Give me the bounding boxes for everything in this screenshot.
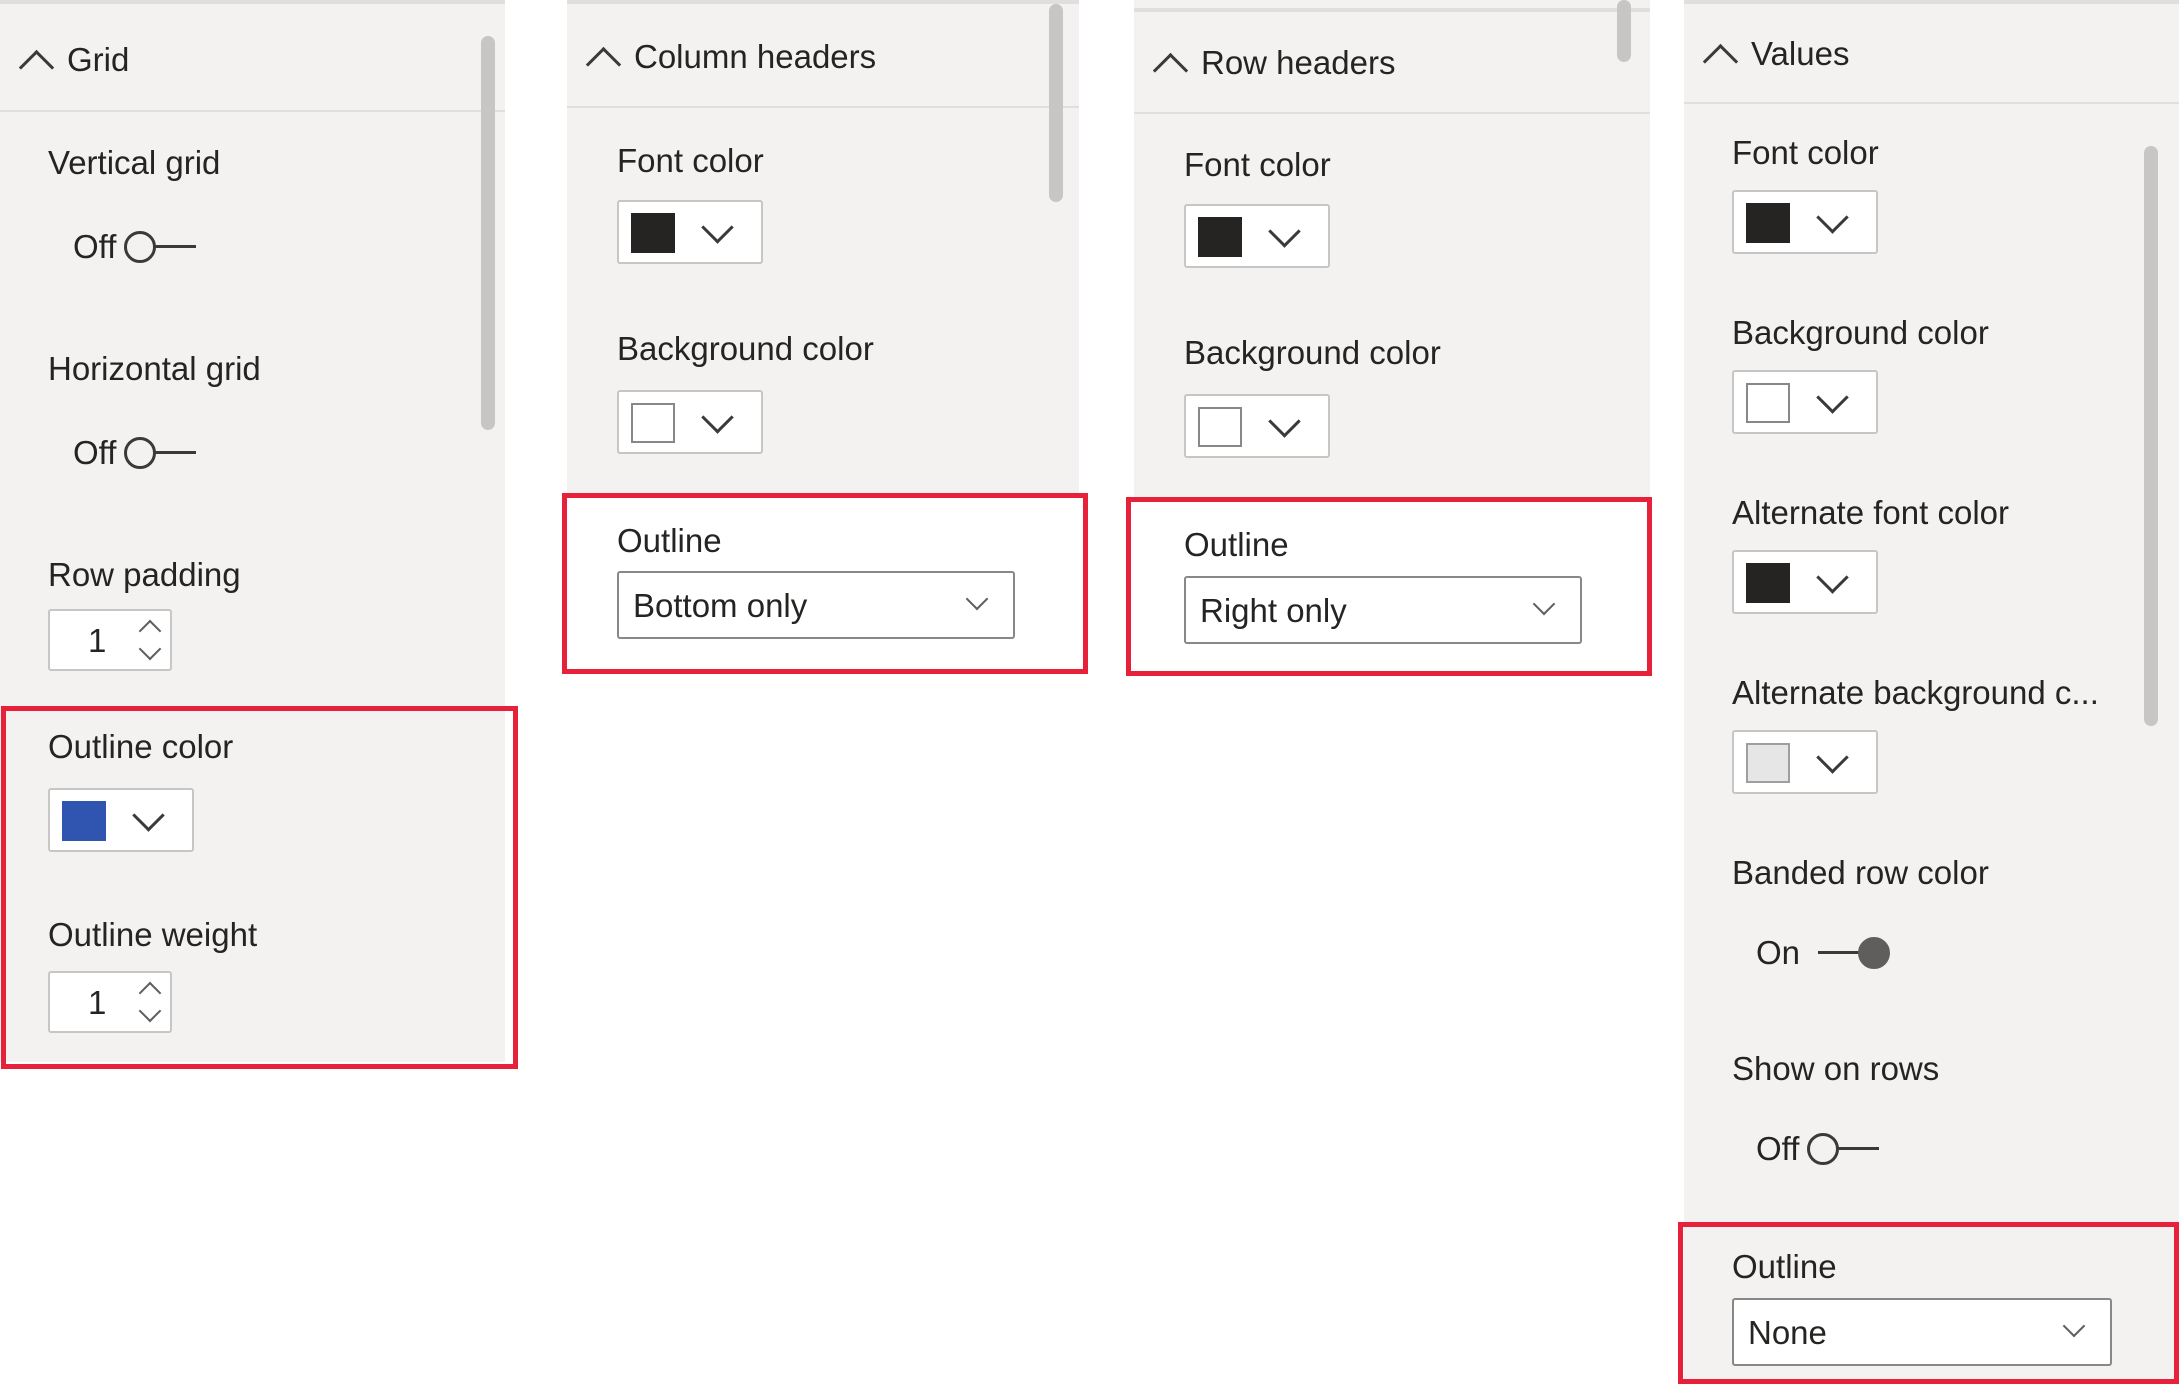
chevron-down-icon [1268, 215, 1301, 248]
scrollbar[interactable] [481, 36, 495, 430]
chevron-up-icon[interactable] [18, 49, 55, 85]
dropdown-value: Bottom only [633, 587, 808, 624]
chevron-up-icon[interactable] [585, 46, 622, 82]
panel-top-border [1134, 8, 1650, 12]
chevron-down-icon [1532, 592, 1556, 616]
color-swatch [1746, 383, 1790, 423]
section-title: Values [1751, 35, 1850, 72]
outline-label: Outline [1732, 1248, 1837, 1285]
show-on-rows-label: Show on rows [1732, 1050, 1940, 1087]
font-color-picker[interactable] [617, 200, 763, 264]
toggle-switch[interactable] [124, 435, 197, 471]
toggle-knob [124, 231, 157, 263]
background-color-label: Background color [617, 330, 874, 367]
font-color-label: Font color [617, 142, 764, 179]
toggle-switch[interactable] [1807, 1131, 1880, 1167]
color-swatch [631, 213, 675, 253]
values-panel: Values Font color Background color Alter… [1684, 0, 2179, 1384]
column-headers-panel: Column headers Font color Background col… [567, 0, 1079, 493]
toggle-knob [124, 437, 157, 469]
outline-dropdown[interactable]: Bottom only [617, 571, 1015, 639]
chevron-down-icon [1268, 405, 1301, 438]
horizontal-grid-toggle[interactable]: Off [73, 434, 197, 472]
section-title: Column headers [634, 38, 877, 75]
toggle-knob [1858, 937, 1891, 969]
color-swatch [1198, 217, 1242, 257]
chevron-down-icon [701, 401, 734, 434]
chevron-down-icon [1816, 561, 1849, 594]
color-swatch [1198, 407, 1242, 447]
dropdown-value: None [1748, 1314, 1827, 1351]
chevron-down-icon [2062, 1314, 2086, 1338]
toggle-knob [1807, 1133, 1840, 1165]
panel-top-border [567, 0, 1079, 4]
row-padding-stepper[interactable]: 1 [48, 609, 172, 671]
toggle-state-text: Off [73, 228, 117, 265]
background-color-picker[interactable] [617, 390, 763, 454]
chevron-up-icon[interactable] [1702, 43, 1739, 79]
chevron-down-icon [965, 587, 989, 611]
section-title: Grid [67, 41, 130, 78]
scrollbar[interactable] [1617, 0, 1631, 62]
color-swatch [1746, 563, 1790, 603]
toggle-state-text: Off [73, 434, 117, 471]
outline-label: Outline [1184, 526, 1289, 563]
outline-label: Outline [617, 522, 722, 559]
font-color-picker[interactable] [1184, 204, 1330, 268]
banded-row-color-toggle[interactable]: On [1756, 934, 1891, 972]
toggle-switch[interactable] [124, 229, 197, 265]
color-swatch [1746, 743, 1790, 783]
chevron-down-icon [1816, 201, 1849, 234]
scrollbar[interactable] [2144, 146, 2158, 726]
chevron-down-icon [1816, 741, 1849, 774]
alternate-background-color-picker[interactable] [1732, 730, 1878, 794]
alternate-font-color-picker[interactable] [1732, 550, 1878, 614]
values-section-header[interactable]: Values [1684, 6, 2179, 104]
vertical-grid-toggle[interactable]: Off [73, 228, 197, 266]
stepper-value: 1 [88, 622, 107, 659]
outline-dropdown[interactable]: None [1732, 1298, 2112, 1366]
alternate-font-color-label: Alternate font color [1732, 494, 2009, 531]
dropdown-value: Right only [1200, 592, 1347, 629]
banded-row-color-label: Banded row color [1732, 854, 1989, 891]
panel-top-border [0, 0, 505, 4]
toggle-state-text: On [1756, 934, 1801, 971]
background-color-label: Background color [1184, 334, 1441, 371]
panel-top-border [1684, 0, 2179, 4]
chevron-down-icon [1816, 381, 1849, 414]
background-color-picker[interactable] [1184, 394, 1330, 458]
scrollbar[interactable] [1049, 4, 1063, 202]
chevron-down-icon[interactable] [138, 637, 162, 661]
font-color-label: Font color [1184, 146, 1331, 183]
row-headers-section-header[interactable]: Row headers [1134, 14, 1650, 114]
column-headers-section-header[interactable]: Column headers [567, 8, 1079, 108]
outline-dropdown[interactable]: Right only [1184, 576, 1582, 644]
toggle-switch[interactable] [1818, 935, 1891, 971]
font-color-picker[interactable] [1732, 190, 1878, 254]
highlight-box [1, 706, 518, 1069]
toggle-state-text: Off [1756, 1130, 1800, 1167]
show-on-rows-toggle[interactable]: Off [1756, 1130, 1880, 1168]
section-title: Row headers [1201, 44, 1396, 81]
color-swatch [631, 403, 675, 443]
grid-section-header[interactable]: Grid [0, 10, 505, 112]
color-swatch [1746, 203, 1790, 243]
background-color-picker[interactable] [1732, 370, 1878, 434]
row-headers-panel: Row headers Font color Background color [1134, 0, 1650, 498]
alternate-background-color-label: Alternate background c... [1732, 674, 2099, 711]
vertical-grid-label: Vertical grid [48, 144, 221, 181]
chevron-down-icon [701, 211, 734, 244]
horizontal-grid-label: Horizontal grid [48, 350, 261, 387]
chevron-up-icon[interactable] [1152, 52, 1189, 88]
background-color-label: Background color [1732, 314, 1989, 351]
font-color-label: Font color [1732, 134, 1879, 171]
row-padding-label: Row padding [48, 556, 241, 593]
